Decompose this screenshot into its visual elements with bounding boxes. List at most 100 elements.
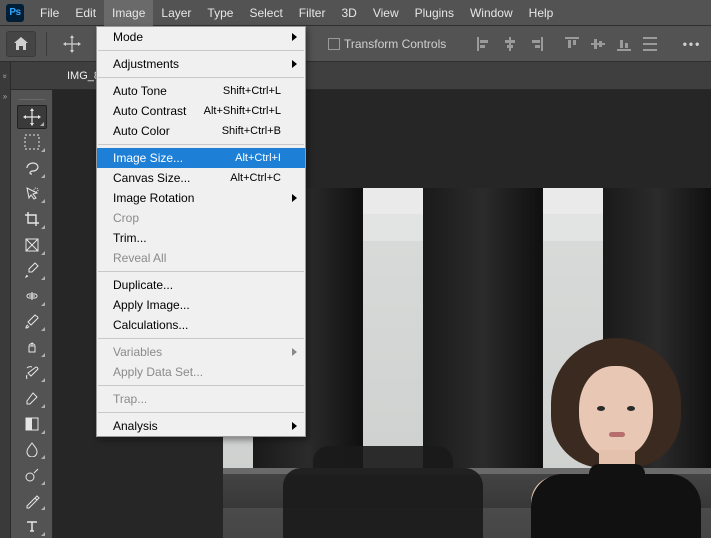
menu-item-image[interactable]: Image bbox=[104, 0, 153, 26]
menu-cmd-reveal-all: Reveal All bbox=[97, 248, 305, 268]
submenu-indicator-icon bbox=[41, 353, 45, 357]
submenu-indicator-icon bbox=[41, 532, 45, 536]
tool-dodge[interactable] bbox=[17, 463, 47, 487]
menu-separator bbox=[98, 50, 304, 51]
menu-separator bbox=[98, 412, 304, 413]
menu-label: Trap... bbox=[113, 392, 281, 406]
tool-marquee[interactable] bbox=[17, 131, 47, 155]
align-bottom-button[interactable] bbox=[611, 31, 637, 57]
panel-toggle-left[interactable]: » bbox=[0, 62, 11, 90]
menu-label: Image Size... bbox=[113, 151, 235, 165]
menu-label: Auto Contrast bbox=[113, 104, 204, 118]
menu-label: Reveal All bbox=[113, 251, 281, 265]
menu-cmd-duplicate[interactable]: Duplicate... bbox=[97, 275, 305, 295]
menu-label: Mode bbox=[113, 30, 281, 44]
panel-toggle-gutter[interactable]: » bbox=[0, 90, 11, 538]
submenu-indicator-icon bbox=[41, 327, 45, 331]
chevron-right-icon: » bbox=[1, 74, 10, 78]
submenu-indicator-icon bbox=[41, 455, 45, 459]
menu-shortcut: Shift+Ctrl+L bbox=[223, 85, 281, 97]
align-center-v-button[interactable] bbox=[585, 31, 611, 57]
menu-shortcut: Alt+Ctrl+C bbox=[230, 172, 281, 184]
menu-label: Canvas Size... bbox=[113, 171, 230, 185]
tool-brush[interactable] bbox=[17, 310, 47, 334]
tool-type[interactable] bbox=[17, 514, 47, 538]
menu-item-help[interactable]: Help bbox=[521, 0, 562, 26]
menu-item-type[interactable]: Type bbox=[199, 0, 241, 26]
menu-item-view[interactable]: View bbox=[365, 0, 407, 26]
tool-history-brush[interactable] bbox=[17, 361, 47, 385]
menu-cmd-apply-data-set: Apply Data Set... bbox=[97, 362, 305, 382]
home-icon bbox=[13, 37, 29, 51]
menu-cmd-canvas-size[interactable]: Canvas Size...Alt+Ctrl+C bbox=[97, 168, 305, 188]
menu-cmd-image-rotation[interactable]: Image Rotation bbox=[97, 188, 305, 208]
tool-move[interactable] bbox=[17, 105, 47, 129]
menu-label: Adjustments bbox=[113, 57, 281, 71]
menu-shortcut: Alt+Shift+Ctrl+L bbox=[204, 105, 281, 117]
home-button[interactable] bbox=[6, 31, 36, 57]
distribute-button[interactable] bbox=[637, 31, 663, 57]
menu-cmd-auto-tone[interactable]: Auto ToneShift+Ctrl+L bbox=[97, 81, 305, 101]
menu-item-3d[interactable]: 3D bbox=[333, 0, 364, 26]
tool-frame[interactable] bbox=[17, 233, 47, 257]
menu-label: Duplicate... bbox=[113, 278, 281, 292]
tool-quick-select[interactable] bbox=[17, 182, 47, 206]
submenu-indicator-icon bbox=[41, 378, 45, 382]
align-group bbox=[471, 31, 663, 57]
submenu-indicator-icon bbox=[41, 404, 45, 408]
align-right-button[interactable] bbox=[523, 31, 549, 57]
tool-gradient[interactable] bbox=[17, 412, 47, 436]
tool-pen[interactable] bbox=[17, 489, 47, 513]
menu-cmd-mode[interactable]: Mode bbox=[97, 27, 305, 47]
menu-cmd-image-size[interactable]: Image Size...Alt+Ctrl+I bbox=[97, 148, 305, 168]
menu-separator bbox=[98, 385, 304, 386]
menu-label: Variables bbox=[113, 345, 281, 359]
submenu-indicator-icon bbox=[41, 430, 45, 434]
menu-cmd-adjustments[interactable]: Adjustments bbox=[97, 54, 305, 74]
menu-item-edit[interactable]: Edit bbox=[67, 0, 104, 26]
menu-shortcut: Shift+Ctrl+B bbox=[222, 125, 281, 137]
tool-clone[interactable] bbox=[17, 335, 47, 359]
submenu-arrow-icon bbox=[292, 33, 297, 41]
chevron-right-icon: » bbox=[3, 92, 7, 101]
menu-item-window[interactable]: Window bbox=[462, 0, 521, 26]
align-center-h-button[interactable] bbox=[497, 31, 523, 57]
more-options-button[interactable]: ••• bbox=[679, 31, 705, 57]
menu-item-file[interactable]: File bbox=[32, 0, 67, 26]
tool-blur[interactable] bbox=[17, 438, 47, 462]
submenu-arrow-icon bbox=[292, 422, 297, 430]
submenu-arrow-icon bbox=[292, 194, 297, 202]
menu-cmd-variables: Variables bbox=[97, 342, 305, 362]
menu-label: Apply Image... bbox=[113, 298, 281, 312]
tool-lasso[interactable] bbox=[17, 156, 47, 180]
menu-label: Trim... bbox=[113, 231, 281, 245]
tool-crop[interactable] bbox=[17, 207, 47, 231]
menu-label: Auto Tone bbox=[113, 84, 223, 98]
menu-cmd-auto-contrast[interactable]: Auto ContrastAlt+Shift+Ctrl+L bbox=[97, 101, 305, 121]
menu-cmd-calculations[interactable]: Calculations... bbox=[97, 315, 305, 335]
menu-label: Apply Data Set... bbox=[113, 365, 281, 379]
menu-cmd-apply-image[interactable]: Apply Image... bbox=[97, 295, 305, 315]
menu-cmd-auto-color[interactable]: Auto ColorShift+Ctrl+B bbox=[97, 121, 305, 141]
submenu-indicator-icon bbox=[41, 481, 45, 485]
menu-item-filter[interactable]: Filter bbox=[291, 0, 334, 26]
menu-separator bbox=[98, 144, 304, 145]
show-transform-controls-checkbox[interactable]: Transform Controls bbox=[328, 37, 446, 51]
menu-item-layer[interactable]: Layer bbox=[153, 0, 199, 26]
submenu-indicator-icon bbox=[41, 225, 45, 229]
tool-eraser[interactable] bbox=[17, 386, 47, 410]
menu-cmd-trim[interactable]: Trim... bbox=[97, 228, 305, 248]
tool-eyedropper[interactable] bbox=[17, 259, 47, 283]
menu-label: Image Rotation bbox=[113, 191, 281, 205]
move-tool-indicator-icon[interactable] bbox=[57, 31, 87, 57]
menu-cmd-analysis[interactable]: Analysis bbox=[97, 416, 305, 436]
align-top-button[interactable] bbox=[559, 31, 585, 57]
menu-separator bbox=[98, 338, 304, 339]
toolbar bbox=[11, 90, 53, 538]
menu-item-select[interactable]: Select bbox=[241, 0, 290, 26]
align-left-button[interactable] bbox=[471, 31, 497, 57]
menu-item-plugins[interactable]: Plugins bbox=[407, 0, 462, 26]
menu-cmd-trap: Trap... bbox=[97, 389, 305, 409]
submenu-indicator-icon bbox=[41, 276, 45, 280]
tool-heal[interactable] bbox=[17, 284, 47, 308]
